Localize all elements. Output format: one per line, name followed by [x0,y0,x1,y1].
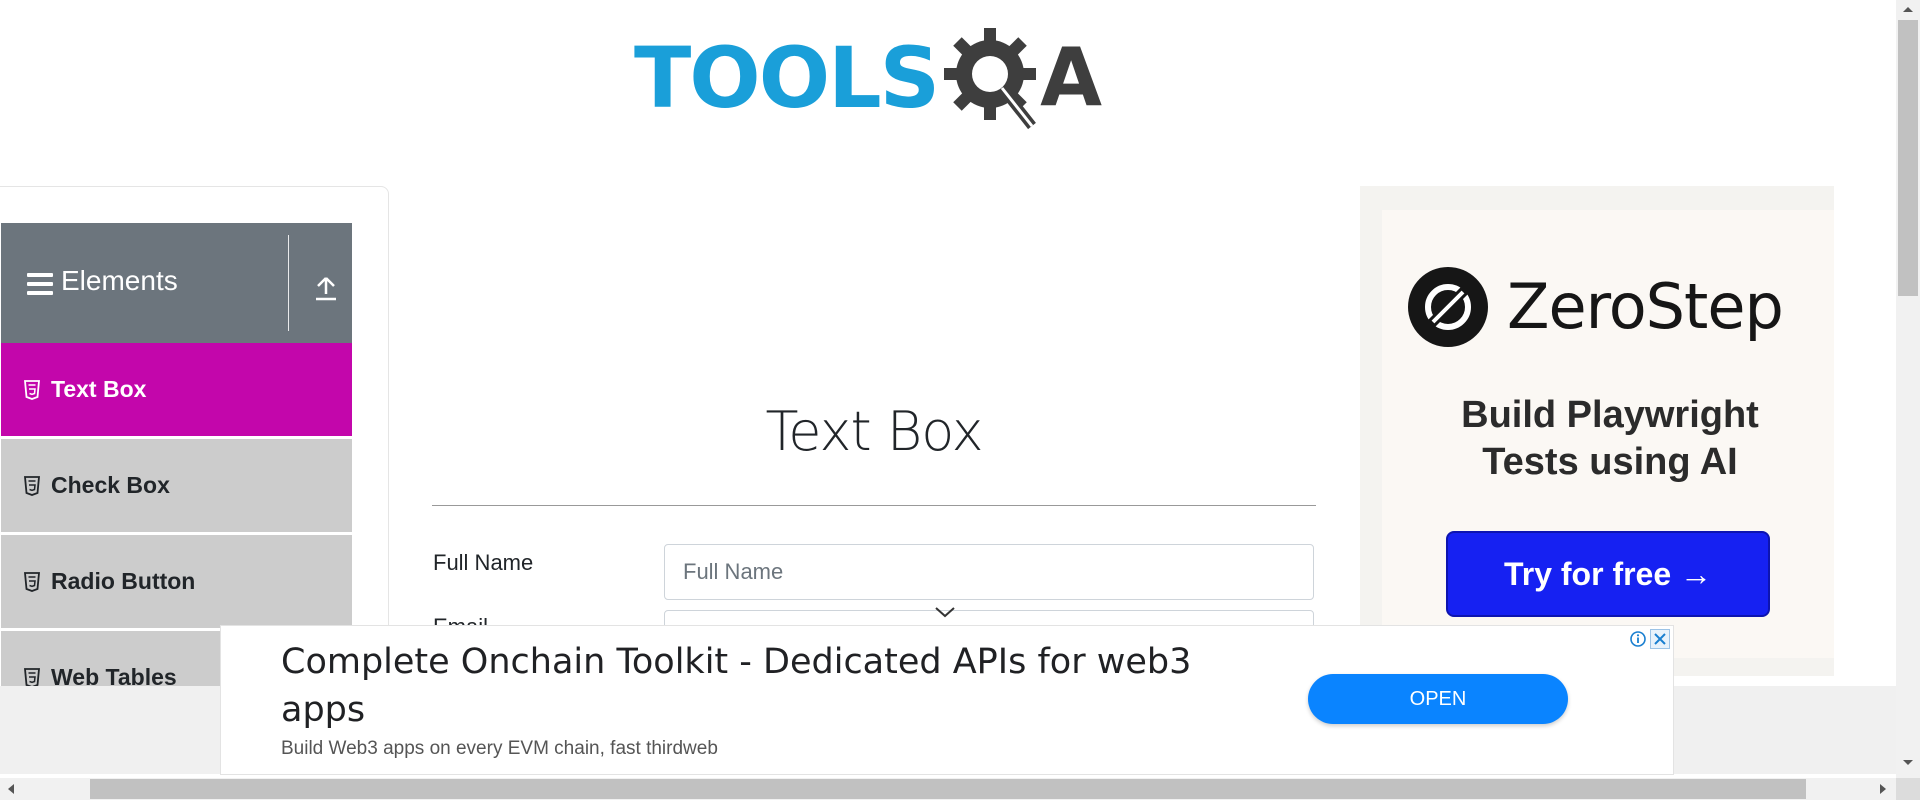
vertical-scroll-thumb[interactable] [1898,20,1918,296]
full-name-input[interactable] [664,544,1314,600]
html5-icon [24,379,40,400]
hamburger-icon [27,273,53,295]
ad-subtext: Build Web3 apps on every EVM chain, fast… [281,738,718,759]
group-title: Elements [61,265,178,296]
ad-open-button[interactable]: OPEN [1308,674,1568,724]
scroll-up-icon[interactable] [1900,4,1916,14]
try-for-free-button[interactable]: Try for free → [1446,531,1770,617]
gear-magnifier-icon [944,28,1037,130]
divider [288,235,289,331]
info-icon[interactable] [1628,629,1648,649]
close-icon[interactable] [1650,629,1670,649]
horizontal-scroll-thumb[interactable] [90,779,1806,799]
sidebar-item-radio-button[interactable]: Radio Button [1,535,352,631]
scroll-left-icon[interactable] [6,783,16,795]
logo-text-a: A [1040,31,1103,124]
ad-headline[interactable]: Complete Onchain Toolkit - Dedicated API… [281,638,1281,734]
sidebar-item-label: Text Box [51,376,147,402]
upload-arrow-icon[interactable] [310,272,342,304]
zerostep-brand: ZeroStep [1507,270,1784,343]
sidebar-item-label: Radio Button [51,568,196,594]
elements-group-header[interactable]: Elements [1,223,352,343]
logo-text-tools: TOOLS [634,29,940,127]
zerostep-tagline: Build Playwright Tests using AI [1400,392,1820,486]
chevron-down-icon[interactable] [933,604,957,620]
html5-icon [24,667,40,688]
page-title: Text Box [765,400,983,463]
divider [432,505,1316,506]
sidebar-item-text-box[interactable]: Text Box [1,343,352,439]
zerostep-logo-icon [1408,267,1488,347]
sidebar-item-check-box[interactable]: Check Box [1,439,352,535]
scrollbar-corner [1896,778,1920,800]
scroll-down-icon[interactable] [1900,758,1916,768]
tagline-line-1: Build Playwright [1461,394,1759,436]
sidebar-item-label: Check Box [51,472,170,498]
toolsqa-logo[interactable]: TOOLS A [634,22,1120,134]
tagline-line-2: Tests using AI [1482,441,1738,483]
full-name-label: Full Name [433,550,534,575]
scroll-right-icon[interactable] [1878,783,1888,795]
html5-icon [24,475,40,496]
html5-icon [24,571,40,592]
